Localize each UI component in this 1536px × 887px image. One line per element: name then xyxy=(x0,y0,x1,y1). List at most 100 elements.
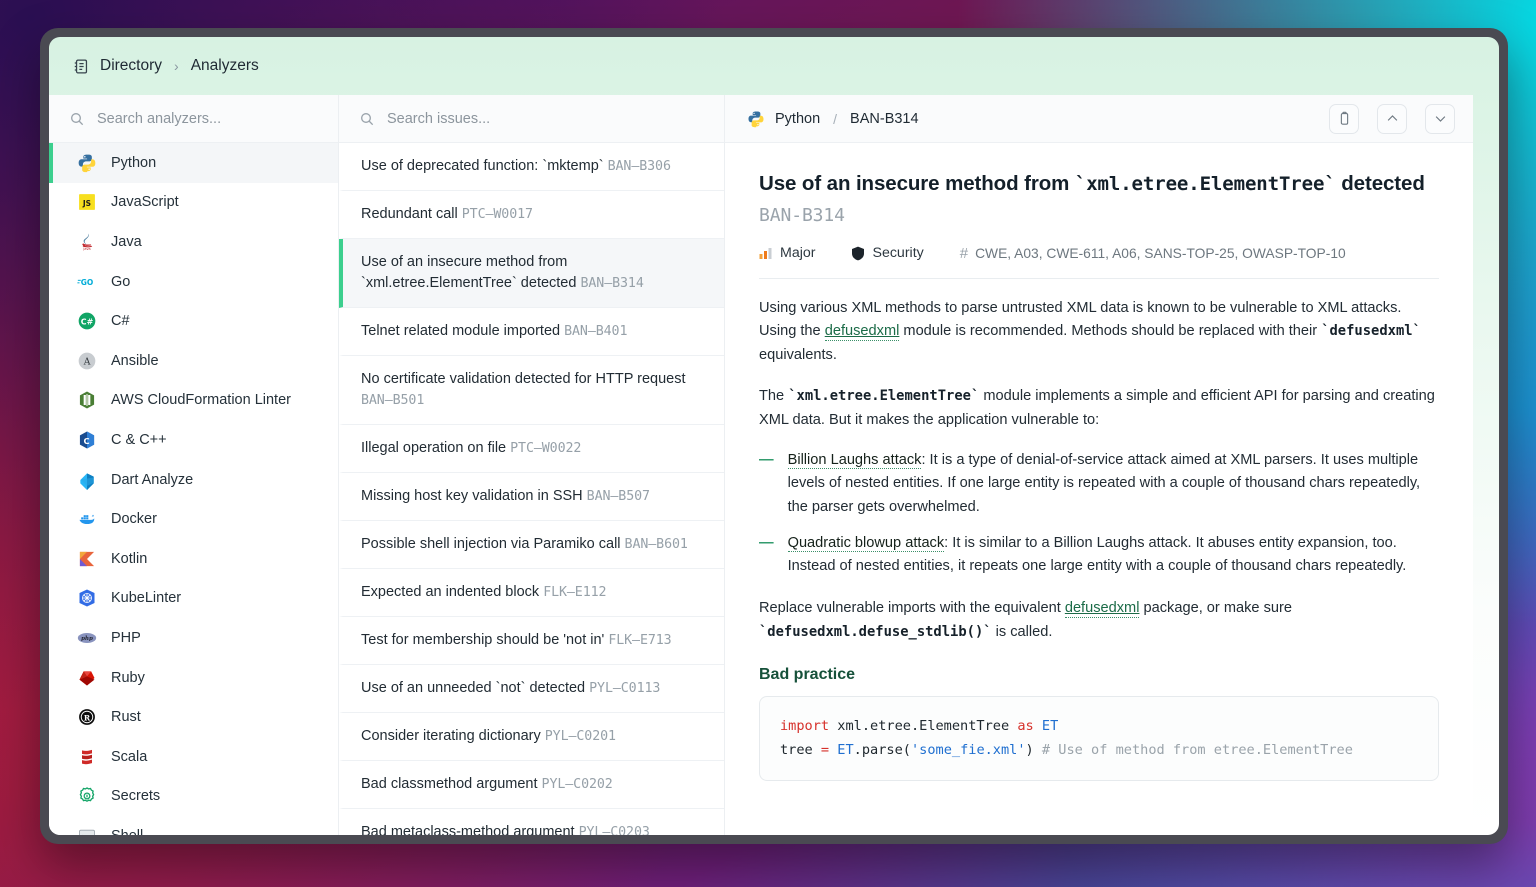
svg-text:R: R xyxy=(84,713,91,722)
issue-code: FLK–E112 xyxy=(543,585,607,601)
description-paragraph-3: Replace vulnerable imports with the equi… xyxy=(759,597,1439,644)
analyzer-list[interactable]: Python JS JavaScript Java Java GO Go C# C# A Ansib… xyxy=(49,143,338,835)
breadcrumb-root[interactable]: Directory xyxy=(100,57,162,75)
java-icon: Java xyxy=(77,232,97,252)
issue-code: BAN–B601 xyxy=(624,537,688,553)
issue-list-item[interactable]: Use of deprecated function: `mktemp` BAN… xyxy=(339,143,724,192)
code-token: 'some_fie.xml' xyxy=(910,742,1026,759)
issue-list-item[interactable]: Use of an unneeded `not` detected PYL–C0… xyxy=(339,665,724,714)
issue-list-item[interactable]: Redundant call PTC–W0017 xyxy=(339,191,724,240)
issue-title: Telnet related module imported xyxy=(361,323,561,340)
sidebar-item-label: Shell xyxy=(111,828,143,835)
code-token: import xyxy=(780,718,830,735)
attack-list-item: — Quadratic blowup attack: It is similar … xyxy=(759,532,1439,579)
issue-list-item[interactable]: Telnet related module imported BAN–B401 xyxy=(339,308,724,357)
issue-list-item[interactable]: Consider iterating dictionary PYL–C0201 xyxy=(339,713,724,762)
breadcrumb-current[interactable]: Analyzers xyxy=(191,57,259,75)
app-window-content: Directory › Analyzers Search analyzers..… xyxy=(49,37,1499,835)
defusedxml-link-1[interactable]: defusedxml xyxy=(824,323,900,342)
description-paragraph-2: The `xml.etree.ElementTree` module imple… xyxy=(759,385,1439,432)
category-badge: Security xyxy=(851,245,924,261)
issue-list-item[interactable]: No certificate validation detected for H… xyxy=(339,356,724,426)
prev-issue-button[interactable] xyxy=(1377,103,1407,134)
sidebar-item-ansible[interactable]: A Ansible xyxy=(49,341,338,381)
issue-code: PTC–W0022 xyxy=(510,441,582,457)
svg-text:C#: C# xyxy=(81,318,94,327)
issue-code: FLK–E713 xyxy=(608,633,672,649)
code-token: ET xyxy=(1041,718,1059,735)
defusedxml-link-2[interactable]: defusedxml xyxy=(1064,599,1140,618)
issue-code: BAN–B501 xyxy=(361,393,425,409)
issue-list-item[interactable]: Bad metaclass-method argument PYL–C0203 xyxy=(339,809,724,835)
sidebar-item-rust[interactable]: R Rust xyxy=(49,697,338,737)
sidebar-item-secrets[interactable]: Secrets xyxy=(49,777,338,817)
breadcrumb-separator: › xyxy=(174,58,179,74)
meta-divider xyxy=(759,277,1439,279)
sidebar-item-aws-cloudformation-linter[interactable]: AWS CloudFormation Linter xyxy=(49,381,338,421)
code-token: # Use of method from etree.ElementTree xyxy=(1041,742,1353,759)
next-issue-button[interactable] xyxy=(1425,103,1455,134)
issue-list[interactable]: Use of deprecated function: `mktemp` BAN… xyxy=(339,143,724,835)
sidebar-item-shell[interactable]: >_ Shell xyxy=(49,816,338,835)
sidebar-item-python[interactable]: Python xyxy=(49,143,338,183)
hash-icon: # xyxy=(959,244,969,262)
issue-code: PYL–C0203 xyxy=(578,825,650,835)
issue-list-item[interactable]: Use of an insecure method from `xml.etre… xyxy=(339,239,724,309)
svg-text:php: php xyxy=(81,636,93,642)
tags-label: CWE, A03, CWE-611, A06, SANS-TOP-25, OWA… xyxy=(975,245,1346,261)
issue-list-item[interactable]: Missing host key validation in SSH BAN–B… xyxy=(339,473,724,522)
kotlin-icon xyxy=(77,549,97,569)
issue-title: No certificate validation detected for H… xyxy=(361,371,686,388)
sidebar-item-kubelinter[interactable]: KubeLinter xyxy=(49,579,338,619)
issue-title: Possible shell injection via Paramiko ca… xyxy=(361,536,621,553)
sidebar-item-label: Rust xyxy=(111,709,141,726)
analyzer-search-bar[interactable]: Search analyzers... xyxy=(49,95,338,143)
copy-button[interactable] xyxy=(1329,103,1359,134)
sidebar-item-docker[interactable]: Docker xyxy=(49,499,338,539)
sidebar-item-javascript[interactable]: JS JavaScript xyxy=(49,183,338,223)
sidebar-item-php[interactable]: php PHP xyxy=(49,618,338,658)
p3-c: is called. xyxy=(991,623,1053,640)
issues-panel: Search issues... Use of deprecated funct… xyxy=(339,95,725,835)
p3-b: package, or make sure xyxy=(1139,599,1292,616)
sidebar-item-dart-analyze[interactable]: Dart Analyze xyxy=(49,460,338,500)
sidebar-item-ruby[interactable]: Ruby xyxy=(49,658,338,698)
attack-name: Quadratic blowup attack xyxy=(787,534,945,552)
bad-practice-code-block: import xml.etree.ElementTree as ET tree … xyxy=(759,696,1439,781)
issue-title: Redundant call xyxy=(361,206,458,223)
code-token: ) xyxy=(1025,742,1042,759)
sidebar-item-label: Scala xyxy=(111,748,148,765)
sidebar-item-label: C# xyxy=(111,313,130,330)
code-token: = xyxy=(820,742,830,759)
sidebar-item-c[interactable]: C# C# xyxy=(49,301,338,341)
sidebar-item-c-c[interactable]: C C & C++ xyxy=(49,420,338,460)
docker-icon xyxy=(77,509,97,529)
issue-list-item[interactable]: Possible shell injection via Paramiko ca… xyxy=(339,521,724,570)
sidebar-item-scala[interactable]: Scala xyxy=(49,737,338,777)
p1-c: equivalents. xyxy=(759,346,837,363)
p1-mono: `defusedxml` xyxy=(1321,323,1421,340)
issue-code: PYL–C0201 xyxy=(544,729,616,745)
issue-search-bar[interactable]: Search issues... xyxy=(339,95,724,143)
detail-language[interactable]: Python xyxy=(775,111,820,127)
chevron-down-icon xyxy=(1433,111,1448,126)
tags-group: # CWE, A03, CWE-611, A06, SANS-TOP-25, O… xyxy=(960,245,1346,262)
sidebar-item-go[interactable]: GO Go xyxy=(49,262,338,302)
kubernetes-icon xyxy=(77,588,97,608)
shield-icon xyxy=(851,246,865,261)
analyzer-search-placeholder: Search analyzers... xyxy=(97,110,222,127)
sidebar-item-label: KubeLinter xyxy=(111,590,182,607)
svg-text:>_: >_ xyxy=(82,833,91,835)
sidebar-item-java[interactable]: Java Java xyxy=(49,222,338,262)
issue-list-item[interactable]: Illegal operation on file PTC–W0022 xyxy=(339,425,724,474)
sidebar-item-label: Ruby xyxy=(111,669,145,686)
issue-title-prefix: Use of an insecure method from xyxy=(759,172,1075,195)
issue-list-item[interactable]: Bad classmethod argument PYL–C0202 xyxy=(339,761,724,810)
attack-description: Quadratic blowup attack: It is similar t… xyxy=(787,532,1439,579)
breadcrumb: Directory › Analyzers xyxy=(49,37,1499,95)
issue-list-item[interactable]: Expected an indented block FLK–E112 xyxy=(339,569,724,618)
cpp-icon: C xyxy=(77,430,97,450)
issue-list-item[interactable]: Test for membership should be 'not in' F… xyxy=(339,617,724,666)
sidebar-item-kotlin[interactable]: Kotlin xyxy=(49,539,338,579)
